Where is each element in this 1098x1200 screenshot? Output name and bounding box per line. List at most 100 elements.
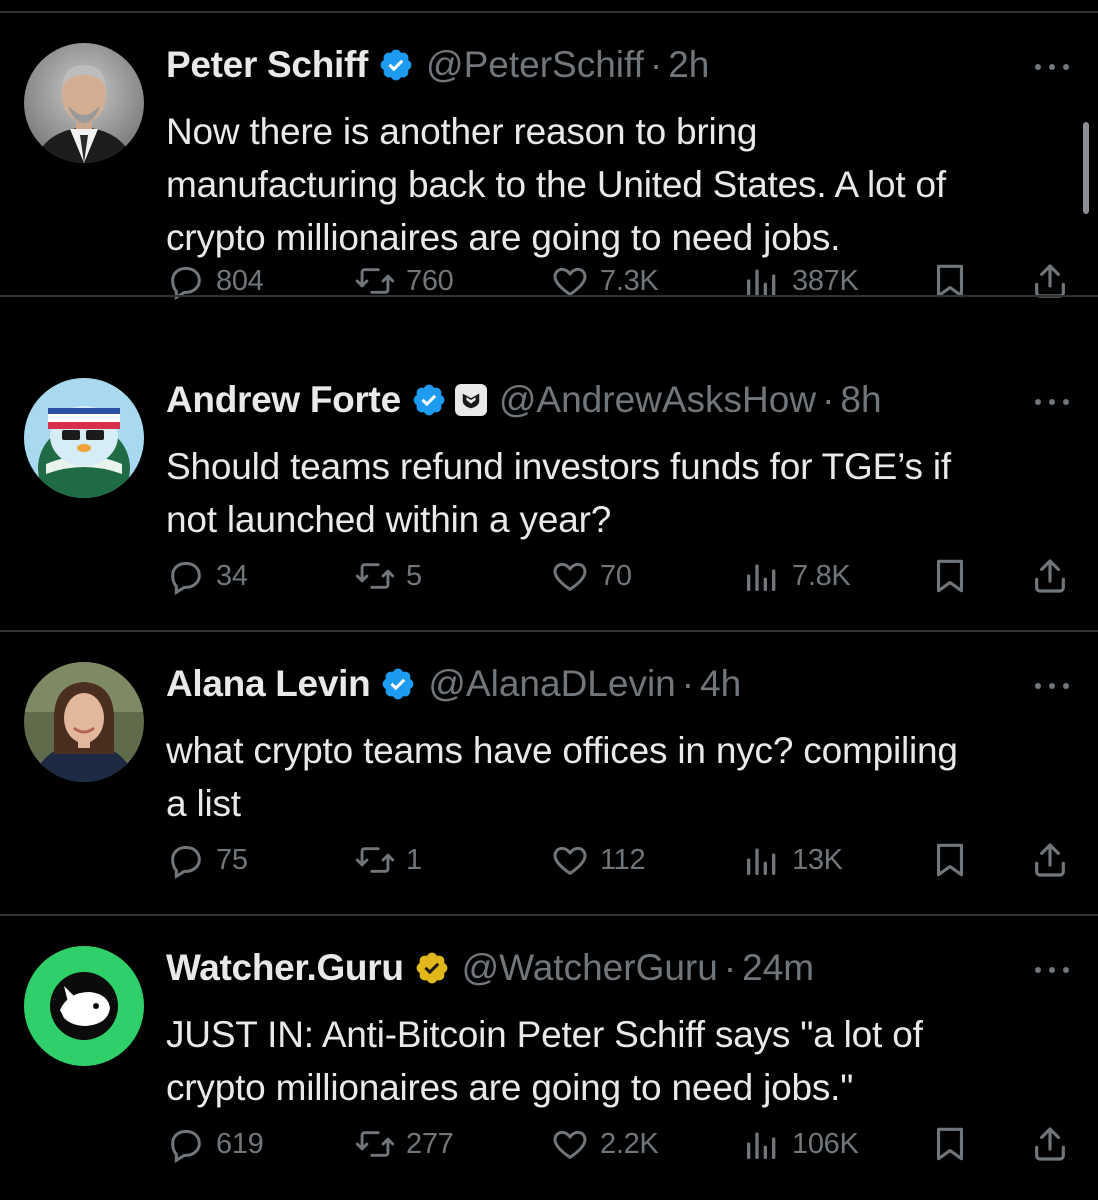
tweet-text-line: Should teams refund investors funds for … <box>166 446 951 487</box>
repost-button[interactable]: 277 <box>354 1122 454 1166</box>
handle[interactable]: @AlanaDLevin <box>428 663 675 705</box>
tweet-alana-levin[interactable]: Alana Levin @AlanaDLevin · 4h what crypt… <box>0 632 1098 916</box>
heart-icon <box>553 562 587 591</box>
reply-button[interactable]: 75 <box>166 838 248 882</box>
handle[interactable]: @PeterSchiff <box>426 44 644 86</box>
like-button[interactable]: 2.2K <box>550 1122 659 1166</box>
action-bar: 619 277 2.2K 106K <box>0 1122 1098 1166</box>
heart-icon <box>553 846 587 875</box>
gold-verified-badge-icon[interactable] <box>414 950 450 986</box>
tweet-text-line: Now there is another reason to bring <box>166 111 758 152</box>
repost-icon <box>355 1131 395 1157</box>
display-name[interactable]: Andrew Forte <box>166 379 401 421</box>
tweet-text-line: crypto millionaires are going to need jo… <box>166 1067 854 1108</box>
bookmark-button[interactable] <box>932 1122 978 1166</box>
shield-affiliate-icon[interactable] <box>454 384 487 416</box>
reply-button[interactable]: 619 <box>166 1122 264 1166</box>
action-bar: 34 5 70 7.8K <box>0 554 1098 598</box>
reply-count: 804 <box>216 264 264 297</box>
tweet-text: JUST IN: Anti-Bitcoin Peter Schiff says … <box>166 1008 1078 1114</box>
tweet-text-line: a list <box>166 783 241 824</box>
views-icon <box>747 1132 776 1159</box>
timestamp[interactable]: 4h <box>700 663 741 705</box>
scrollbar-thumb[interactable] <box>1083 122 1089 214</box>
alana-levin-avatar-icon <box>24 662 144 782</box>
bookmark-button[interactable] <box>932 554 978 598</box>
more-options-icon[interactable] <box>1030 960 1074 980</box>
repost-count: 760 <box>406 264 454 297</box>
repost-count: 5 <box>406 559 422 592</box>
avatar[interactable] <box>24 378 144 498</box>
like-button[interactable]: 112 <box>550 838 646 882</box>
view-count: 387K <box>792 264 859 297</box>
verified-badge-icon[interactable] <box>378 47 414 83</box>
like-count: 112 <box>600 843 646 876</box>
reply-count: 619 <box>216 1127 264 1160</box>
display-name[interactable]: Watcher.Guru <box>166 947 404 989</box>
repost-button[interactable]: 1 <box>354 838 422 882</box>
avatar[interactable] <box>24 43 144 163</box>
separator-dot: · <box>649 44 663 85</box>
share-icon <box>1035 1127 1065 1161</box>
repost-count: 1 <box>406 843 422 876</box>
verified-badge-icon[interactable] <box>380 666 416 702</box>
like-button[interactable]: 70 <box>550 554 632 598</box>
tweet-peter-schiff[interactable]: Peter Schiff @PeterSchiff · 2h Now there… <box>0 13 1098 301</box>
timeline-feed: Peter Schiff @PeterSchiff · 2h Now there… <box>0 0 1098 1200</box>
tweet-watcher-guru[interactable]: Watcher.Guru @WatcherGuru · 24m JUST IN:… <box>0 916 1098 1200</box>
repost-icon <box>355 563 395 589</box>
avatar[interactable] <box>24 662 144 782</box>
share-button[interactable] <box>1030 554 1080 598</box>
share-button[interactable] <box>1030 1122 1080 1166</box>
repost-icon <box>355 847 395 873</box>
tweet-text: what crypto teams have offices in nyc? c… <box>166 724 1078 830</box>
tweet-andrew-forte[interactable]: Andrew Forte @AndrewAsksHow · 8h Should … <box>0 348 1098 632</box>
tweet-header: Alana Levin @AlanaDLevin · 4h <box>166 660 741 708</box>
share-button[interactable] <box>1030 838 1080 882</box>
more-options-icon[interactable] <box>1030 57 1074 77</box>
view-count: 7.8K <box>792 559 851 592</box>
views-icon <box>747 564 776 591</box>
views-button[interactable]: 106K <box>742 1122 859 1166</box>
views-button[interactable]: 13K <box>742 838 843 882</box>
view-count: 13K <box>792 843 843 876</box>
action-bar: 75 1 112 13K <box>0 838 1098 882</box>
verified-badge-icon[interactable] <box>411 382 447 418</box>
separator-dot: · <box>822 379 835 420</box>
bookmark-icon <box>936 843 964 877</box>
separator-dot: · <box>723 947 737 988</box>
more-options-icon[interactable] <box>1030 676 1074 696</box>
like-count: 70 <box>600 559 632 592</box>
bookmark-button[interactable] <box>932 838 978 882</box>
more-options-icon[interactable] <box>1030 392 1074 412</box>
reply-count: 34 <box>216 559 248 592</box>
tweet-text-line: not launched within a year? <box>166 499 612 540</box>
timestamp[interactable]: 24m <box>742 947 814 989</box>
handle[interactable]: @WatcherGuru <box>462 947 718 989</box>
tweet-header: Andrew Forte @AndrewAsksHow · 8h <box>166 376 882 424</box>
tweet-divider <box>0 295 1098 297</box>
repost-count: 277 <box>406 1127 454 1160</box>
tweet-text: Now there is another reason to bring man… <box>166 105 1078 264</box>
reply-icon <box>171 846 201 880</box>
display-name[interactable]: Peter Schiff <box>166 44 368 86</box>
share-icon <box>1035 559 1065 593</box>
reply-count: 75 <box>216 843 248 876</box>
like-count: 2.2K <box>600 1127 659 1160</box>
display-name[interactable]: Alana Levin <box>166 663 371 705</box>
reply-icon <box>171 562 201 596</box>
avatar[interactable] <box>24 946 144 1066</box>
tweet-text-line: manufacturing back to the United States.… <box>166 164 947 205</box>
reply-button[interactable]: 34 <box>166 554 248 598</box>
handle[interactable]: @AndrewAsksHow <box>499 379 816 421</box>
penguin-avatar-icon <box>24 378 144 498</box>
repost-button[interactable]: 5 <box>354 554 422 598</box>
tweet-header: Peter Schiff @PeterSchiff · 2h <box>166 41 709 89</box>
bookmark-icon <box>936 1127 964 1161</box>
timestamp[interactable]: 2h <box>668 44 709 86</box>
timestamp[interactable]: 8h <box>840 379 881 421</box>
views-button[interactable]: 7.8K <box>742 554 851 598</box>
tweet-text-line: JUST IN: Anti-Bitcoin Peter Schiff says … <box>166 1014 923 1055</box>
view-count: 106K <box>792 1127 859 1160</box>
tweet-header: Watcher.Guru @WatcherGuru · 24m <box>166 944 814 992</box>
